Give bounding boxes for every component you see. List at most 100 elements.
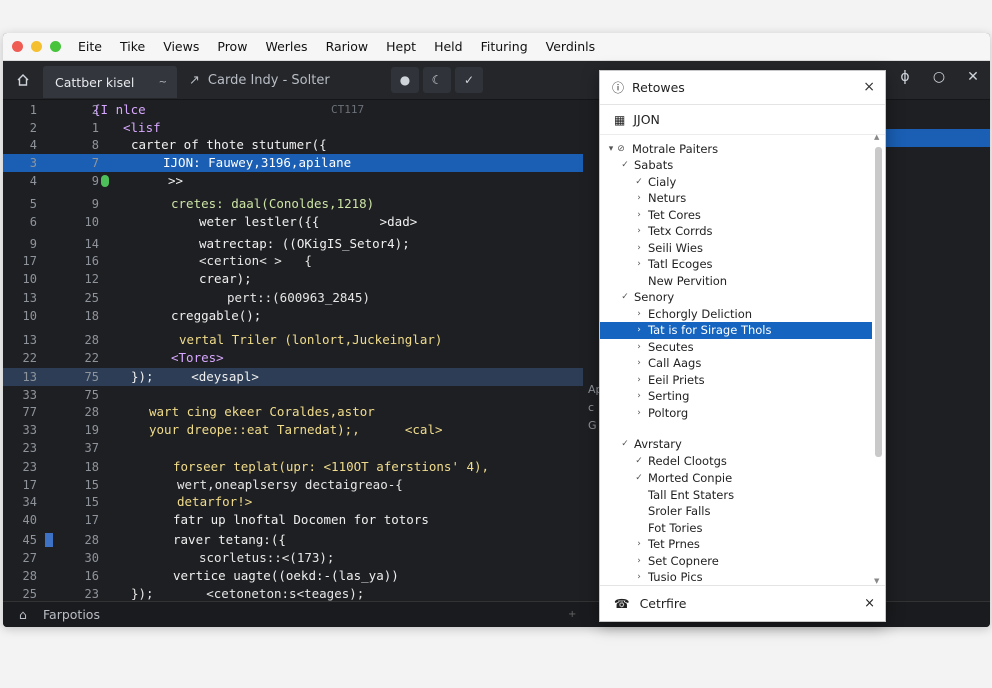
menu-item[interactable]: Tike: [120, 39, 145, 54]
chevron-right-icon[interactable]: ›: [634, 536, 644, 553]
chevron-right-icon[interactable]: ›: [634, 388, 644, 405]
tree-item[interactable]: › Neturs: [600, 190, 872, 207]
filter-icon[interactable]: ϕ: [888, 69, 922, 85]
panel-footer[interactable]: ☎ Cetrfire ×: [600, 585, 885, 621]
menu-item[interactable]: Eite: [78, 39, 102, 54]
code-line[interactable]: 28 16 vertice uagte((oekd:-(las_ya)): [3, 567, 583, 585]
code-line[interactable]: 22 22 <Tores>: [3, 349, 583, 367]
json-row[interactable]: ▦ JJON: [600, 105, 885, 135]
tree-item[interactable]: › Tetx Corrds: [600, 223, 872, 240]
close-icon[interactable]: ✕: [956, 69, 990, 85]
check-icon[interactable]: ✓: [620, 289, 630, 306]
code-line[interactable]: 17 15 wert,oneaplsersy dectaigreao-{: [3, 476, 583, 494]
tree-item[interactable]: Sroler Falls: [600, 503, 872, 520]
tree-item[interactable]: New Pervition: [600, 273, 872, 290]
home-icon[interactable]: [3, 61, 43, 100]
code-editor[interactable]: CT117 1 2 {I nlce 2 1 <lisf 4 8 carter of thote …: [3, 101, 593, 619]
code-line[interactable]: 33 19 your dreope::eat Tarnedat);, <cal>: [3, 421, 583, 439]
tree-item[interactable]: ✓ Senory: [600, 289, 872, 306]
code-line[interactable]: 17 16 <certion< > {: [3, 252, 583, 270]
panel-scrollbar[interactable]: ▲ ▼: [873, 133, 883, 585]
code-line[interactable]: 77 28 wart cing ekeer Coraldes,astor: [3, 403, 583, 421]
tree-item[interactable]: › Secutes: [600, 339, 872, 356]
tree-item[interactable]: Fot Tories: [600, 520, 872, 537]
chevron-right-icon[interactable]: ›: [634, 553, 644, 570]
refresh-icon[interactable]: ☾: [423, 67, 451, 93]
code-line[interactable]: 4 9 >>: [3, 172, 583, 190]
tree-item[interactable]: › Call Aags: [600, 355, 872, 372]
menu-item[interactable]: Verdinls: [546, 39, 596, 54]
code-line[interactable]: 9 14 watrectap: ((OKigIS_Setor4);: [3, 235, 583, 253]
tree-item[interactable]: › Tatl Ecoges: [600, 256, 872, 273]
code-line[interactable]: 4 8 carter of thote stutumer({: [3, 136, 583, 154]
chevron-right-icon[interactable]: ›: [634, 190, 644, 207]
code-line[interactable]: 23 18 forseer teplat(upr: <110OT aferstion…: [3, 458, 583, 476]
status-home-icon[interactable]: ⌂: [3, 607, 43, 622]
code-line[interactable]: 33 75: [3, 386, 583, 404]
scroll-thumb[interactable]: [875, 147, 882, 457]
panel-close-icon[interactable]: ×: [863, 79, 875, 95]
chevron-right-icon[interactable]: ›: [634, 339, 644, 356]
tab-active[interactable]: Cattber kisel ~: [43, 66, 177, 98]
tree-item-selected[interactable]: › Tat is for Sirage Thols: [600, 322, 872, 339]
tree-item[interactable]: › Tet Prnes: [600, 536, 872, 553]
tree-item[interactable]: › Echorgly Deliction: [600, 306, 872, 323]
chevron-down-icon[interactable]: ▾: [606, 141, 616, 158]
check-icon[interactable]: ✓: [620, 436, 630, 453]
tree-item[interactable]: › Eeil Priets: [600, 372, 872, 389]
chevron-right-icon[interactable]: ›: [634, 207, 644, 224]
tree-item[interactable]: › Tet Cores: [600, 207, 872, 224]
minimize-window-button[interactable]: [31, 41, 42, 52]
tab-path[interactable]: ↗ Carde Indy - Solter: [189, 73, 330, 88]
tree-item[interactable]: › Seili Wies: [600, 240, 872, 257]
tree-item[interactable]: ✓ Cialy: [600, 174, 872, 191]
tree-item[interactable]: › Tusio Pics: [600, 569, 872, 586]
tab-chevron-icon[interactable]: ~: [159, 77, 167, 88]
code-line[interactable]: 1 2 {I nlce: [3, 101, 583, 119]
check-icon[interactable]: ✓: [620, 157, 630, 174]
chevron-right-icon[interactable]: ›: [634, 223, 644, 240]
search-icon[interactable]: ○: [922, 69, 956, 85]
breakpoint-icon[interactable]: [101, 175, 109, 187]
tree-item[interactable]: ✓ Morted Conpie: [600, 470, 872, 487]
tree-item[interactable]: ✓ Avrstary: [600, 436, 872, 453]
menu-item[interactable]: Werles: [265, 39, 307, 54]
scroll-up-icon[interactable]: ▲: [874, 133, 879, 141]
chevron-right-icon[interactable]: ›: [634, 569, 644, 586]
footer-close-icon[interactable]: ×: [864, 596, 875, 611]
record-icon[interactable]: ●: [391, 67, 419, 93]
chevron-right-icon[interactable]: ›: [634, 322, 644, 339]
add-icon[interactable]: +: [568, 609, 576, 620]
check-icon[interactable]: ✓: [634, 453, 644, 470]
chevron-right-icon[interactable]: ›: [634, 405, 644, 422]
code-line[interactable]: 13 75}); <deysapl>: [3, 368, 583, 386]
tree-item[interactable]: › Poltorg: [600, 405, 872, 422]
code-line[interactable]: 3 7 IJON: Fauwey,3196,apilane: [3, 154, 583, 172]
maximize-window-button[interactable]: [50, 41, 61, 52]
tree-item[interactable]: › Set Copnere: [600, 553, 872, 570]
code-line[interactable]: 23 37: [3, 439, 583, 457]
tree-item[interactable]: › Serting: [600, 388, 872, 405]
menu-item[interactable]: Views: [163, 39, 199, 54]
code-line[interactable]: 13 25 pert::(600963_2845): [3, 289, 583, 307]
code-line[interactable]: 10 18 creggable();: [3, 307, 583, 325]
code-line[interactable]: 6 10 weter lestler({{ >dad>: [3, 213, 583, 231]
menu-item[interactable]: Hept: [386, 39, 416, 54]
chevron-right-icon[interactable]: ›: [634, 256, 644, 273]
code-line[interactable]: 5 9 cretes: daal(Conoldes,1218): [3, 195, 583, 213]
code-line[interactable]: 2 1 <lisf: [3, 119, 583, 137]
tree-item[interactable]: ▾ ⊘ Motrale Paiters: [600, 141, 872, 158]
menu-item[interactable]: Prow: [217, 39, 247, 54]
chevron-right-icon[interactable]: ›: [634, 306, 644, 323]
tree-item[interactable]: Tall Ent Staters: [600, 487, 872, 504]
tree-item[interactable]: ✓ Redel Clootgs: [600, 453, 872, 470]
scroll-down-icon[interactable]: ▼: [874, 577, 879, 585]
status-label[interactable]: Farpotios: [43, 607, 100, 622]
check-icon[interactable]: ✓: [455, 67, 483, 93]
close-window-button[interactable]: [12, 41, 23, 52]
check-icon[interactable]: ✓: [634, 174, 644, 191]
tree-item[interactable]: ✓ Sabats: [600, 157, 872, 174]
code-line[interactable]: 45 28 raver tetang:({: [3, 531, 583, 549]
chevron-right-icon[interactable]: ›: [634, 355, 644, 372]
code-line[interactable]: 27 30 scorletus::<(173);: [3, 549, 583, 567]
